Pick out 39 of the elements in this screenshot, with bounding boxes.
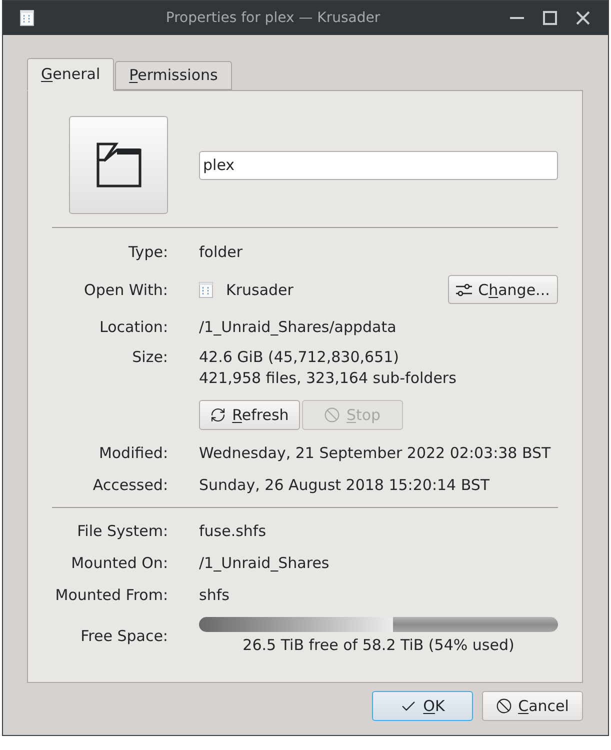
field-label: Mounted From: xyxy=(54,585,168,605)
tab[interactable]: General xyxy=(27,58,114,91)
field-label: Free Space: xyxy=(80,626,168,646)
field-value: shfs xyxy=(199,585,230,605)
folder-icon-button[interactable] xyxy=(69,116,168,214)
field-value: Krusader xyxy=(226,280,294,298)
free-space-text: 26.5 TiB free of 58.2 TiB (54% used) xyxy=(242,635,516,655)
size-text: 421,958 files, 323,164 sub-folders xyxy=(199,368,456,389)
field-value: /1_Unraid_Shares xyxy=(199,553,330,573)
field-label: Mounted On: xyxy=(70,553,168,573)
refresh-button[interactable]: Refresh xyxy=(199,400,300,430)
maximize-icon[interactable] xyxy=(543,11,557,25)
app-icon xyxy=(20,10,34,26)
field-value: folder xyxy=(199,242,243,262)
field-label: File System: xyxy=(76,521,168,541)
field-label: Modified: xyxy=(98,443,168,463)
name-field[interactable]: plex xyxy=(199,150,558,180)
field-label: Type: xyxy=(127,242,168,262)
ok-button[interactable]: OK xyxy=(372,691,473,721)
field-label: Open With: xyxy=(83,280,168,300)
app-icon xyxy=(199,282,213,298)
folder-icon xyxy=(96,142,142,188)
field-label: Accessed: xyxy=(92,475,168,495)
field-value: Wednesday, 21 September 2022 02:03:38 BST xyxy=(199,443,551,463)
field-value: Sunday, 26 August 2018 15:20:14 BST xyxy=(199,475,490,495)
field-label: Size: xyxy=(131,347,168,367)
close-icon[interactable] xyxy=(576,11,590,25)
tab[interactable]: Permissions xyxy=(115,61,232,90)
size-text: 42.6 GiB (45,712,830,651) xyxy=(199,347,400,368)
change-button[interactable]: Change... xyxy=(448,275,558,304)
sliders-icon xyxy=(456,282,472,296)
field-value: fuse.shfs xyxy=(199,521,266,541)
prohibited-icon xyxy=(324,407,340,423)
window-title: Properties for plex — Krusader xyxy=(166,8,380,28)
refresh-icon xyxy=(210,407,226,423)
field-value: /1_Unraid_Shares/appdata xyxy=(199,317,396,337)
prohibited-icon xyxy=(496,698,512,714)
cancel-button[interactable]: Cancel xyxy=(482,691,583,721)
field-label: Location: xyxy=(98,317,168,337)
